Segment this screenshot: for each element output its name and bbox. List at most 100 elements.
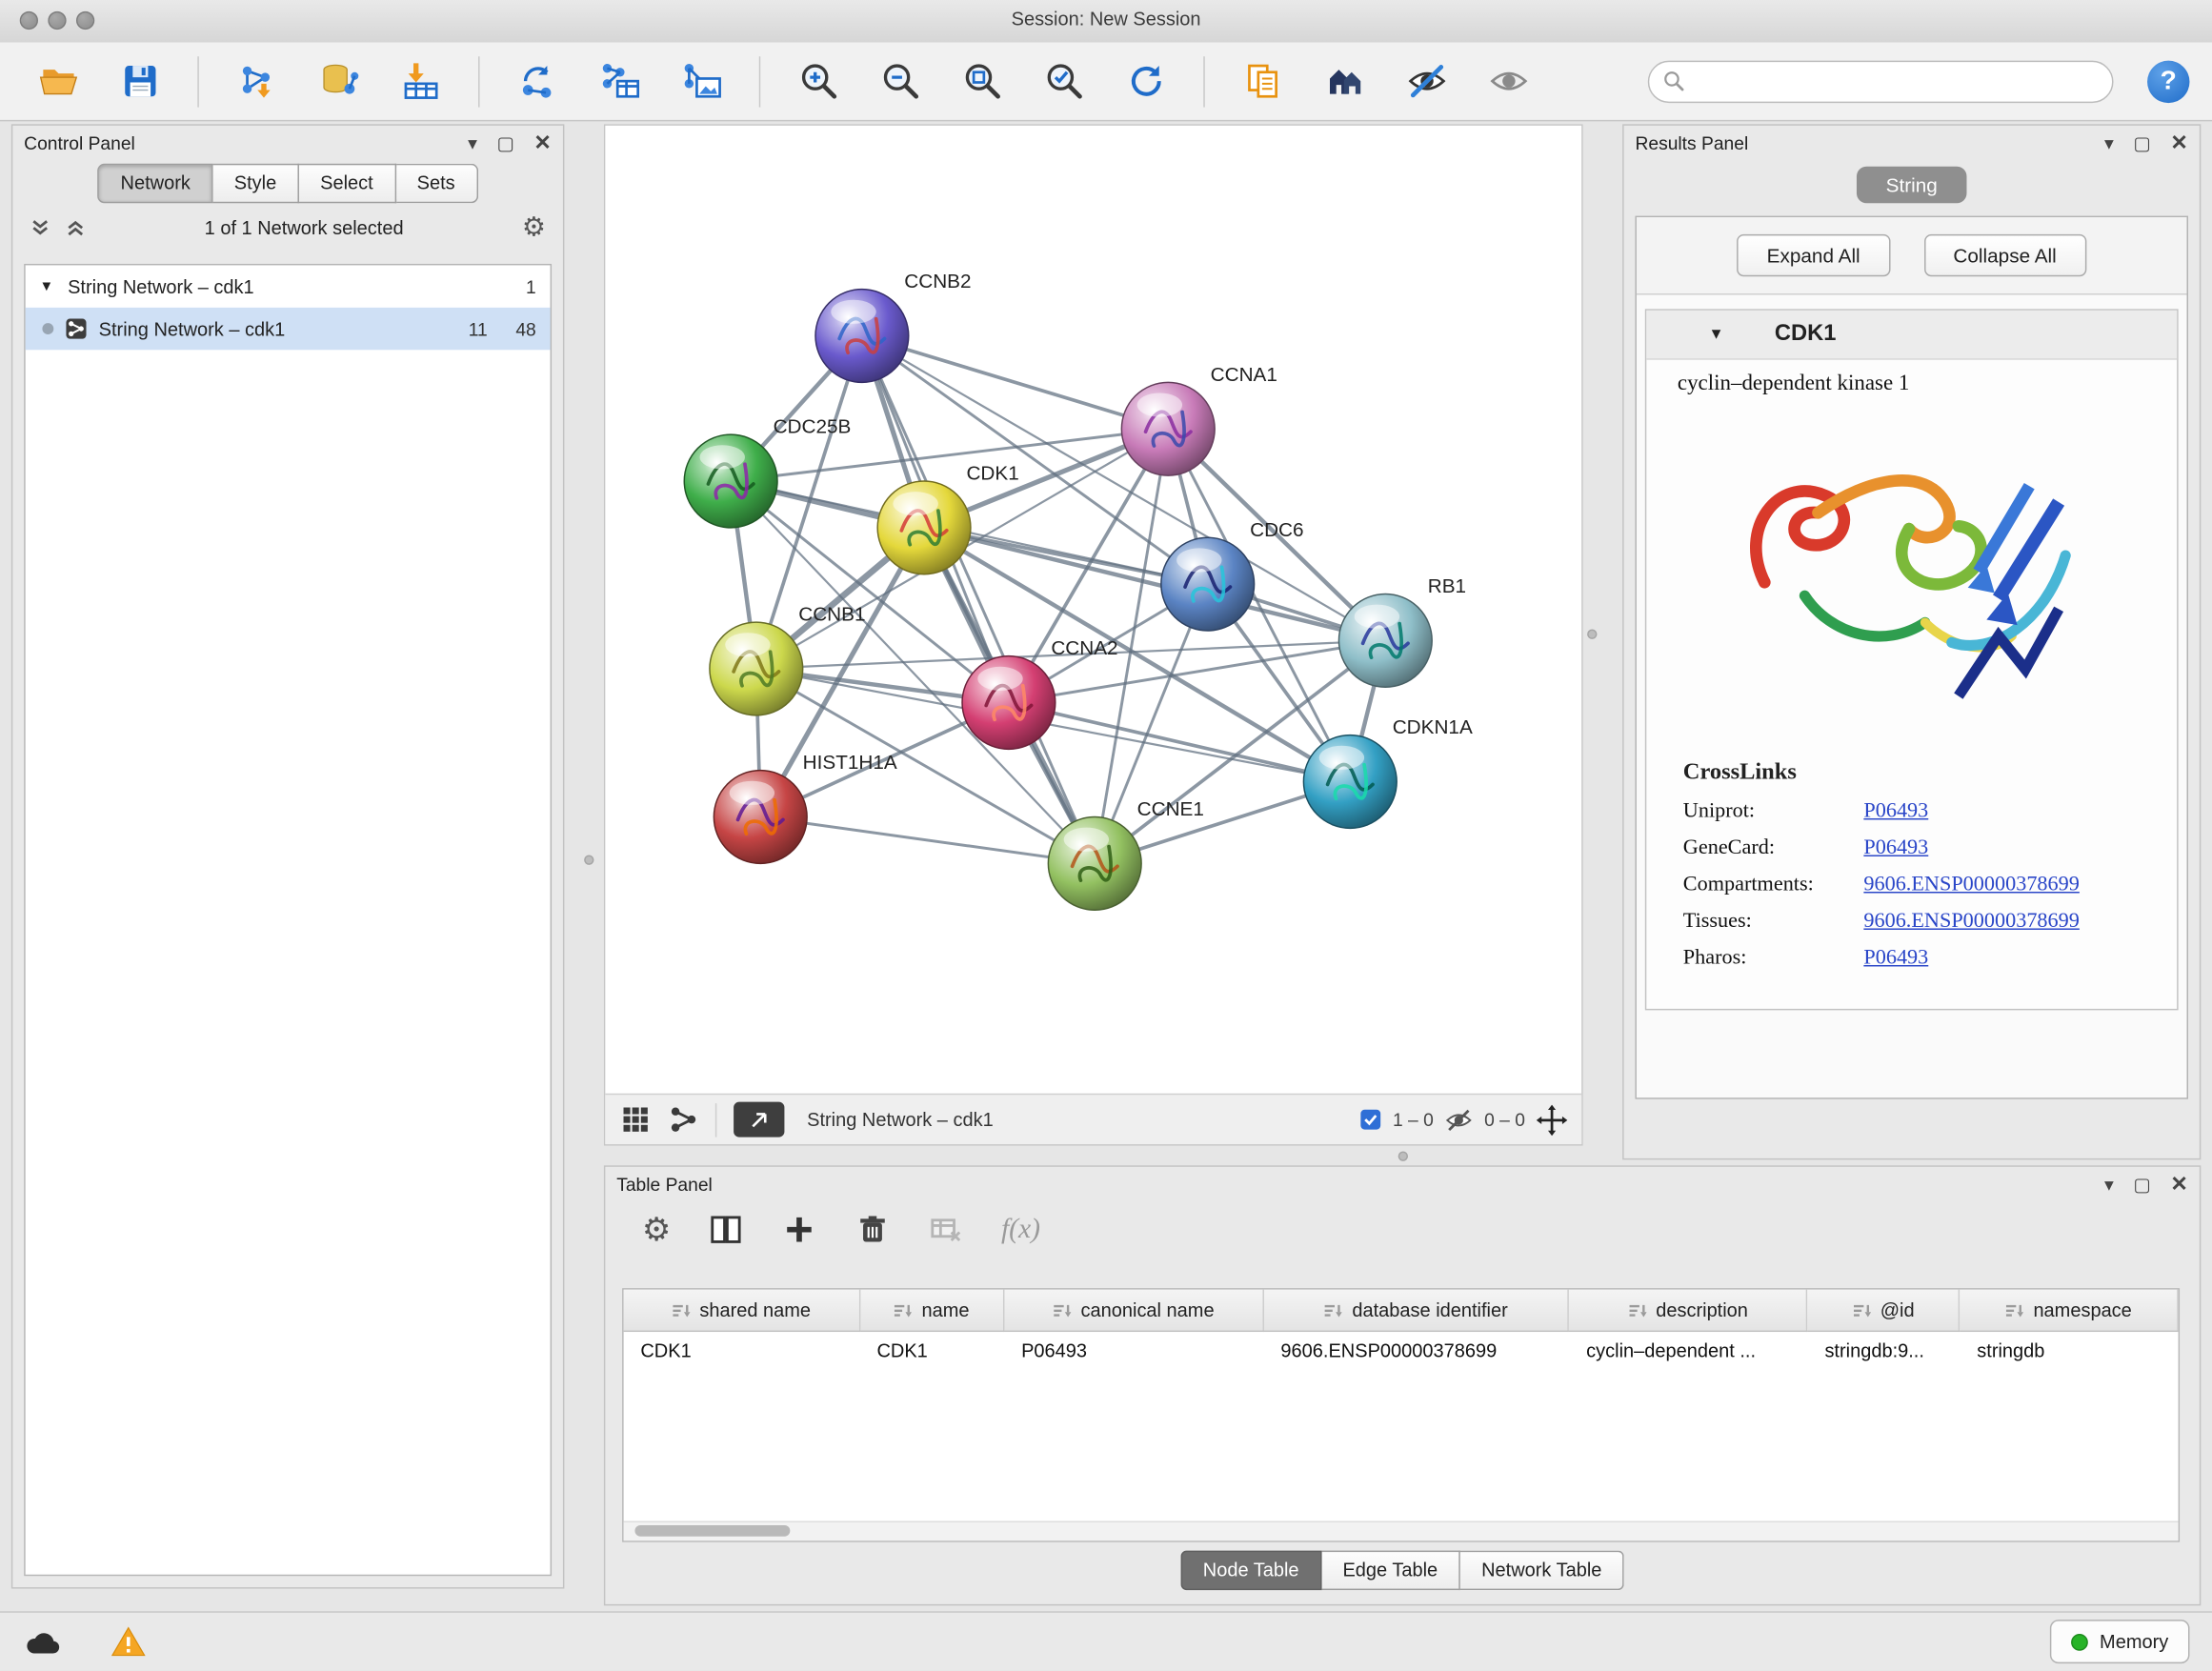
pan-crosshair-icon[interactable] [1537,1104,1568,1136]
expand-all-icon[interactable] [65,216,86,237]
network-view-button[interactable] [668,1104,699,1136]
crosslink-value-link[interactable]: P06493 [1863,947,1928,971]
column-header-canonical-name[interactable]: canonical name [1004,1290,1263,1332]
network-edge[interactable] [1009,703,1350,782]
gear-icon[interactable]: ⚙ [522,213,546,240]
entry-caret-icon[interactable]: ▼ [1708,326,1723,343]
selected-checkbox-icon[interactable] [1360,1109,1381,1130]
first-neighbors-button[interactable] [1320,57,1368,105]
panel-close-icon[interactable]: ✕ [2170,1173,2188,1194]
zoom-fit-button[interactable] [958,57,1006,105]
hide-selected-button[interactable] [1402,57,1450,105]
expand-all-button[interactable]: Expand All [1738,234,1890,276]
copy-button[interactable] [1238,57,1286,105]
hidden-eye-slash-icon[interactable] [1445,1105,1474,1134]
tab-sets[interactable]: Sets [395,164,477,203]
delete-column-button[interactable] [855,1211,892,1248]
entry-header[interactable]: ▼ CDK1 [1646,311,2177,360]
horizontal-scrollbar[interactable] [624,1520,2179,1540]
crosslink-row: Pharos:P06493 [1683,947,2177,971]
network-edge[interactable] [862,335,1168,429]
table-row[interactable]: CDK1CDK1P064939606.ENSP00000378699cyclin… [624,1331,2178,1368]
panel-menu-icon[interactable]: ▾ [2104,133,2114,151]
network-collection-row[interactable]: ▼ String Network – cdk1 1 [26,265,551,307]
save-session-button[interactable] [115,57,163,105]
network-row[interactable]: String Network – cdk1 11 48 [26,308,551,350]
cloud-status-button[interactable] [23,1623,65,1661]
network-node-CCNB1[interactable]: CCNB1 [710,604,866,715]
memory-button[interactable]: Memory [2050,1620,2189,1663]
scrollbar-thumb[interactable] [634,1525,790,1537]
panel-float-icon[interactable]: ▢ [2133,133,2150,151]
column-header-database-identifier[interactable]: database identifier [1263,1290,1569,1332]
network-node-CCNB2[interactable]: CCNB2 [815,271,972,382]
crosslink-value-link[interactable]: P06493 [1863,800,1928,824]
table-cell[interactable]: cyclin–dependent ... [1569,1331,1807,1368]
delete-table-button[interactable] [928,1211,965,1248]
export-network-image-button[interactable] [677,57,725,105]
refresh-button[interactable] [1121,57,1169,105]
column-header--id[interactable]: @id [1807,1290,1960,1332]
collapse-all-button[interactable]: Collapse All [1923,234,2086,276]
column-header-namespace[interactable]: namespace [1960,1290,2178,1332]
splitter-grip[interactable] [1587,630,1597,639]
warnings-button[interactable] [108,1623,150,1661]
network-edge[interactable] [862,335,1095,863]
table-cell[interactable]: CDK1 [859,1331,1004,1368]
zoom-selected-button[interactable] [1039,57,1087,105]
column-header-description[interactable]: description [1569,1290,1807,1332]
splitter-grip[interactable] [584,855,593,864]
panel-close-icon[interactable]: ✕ [2170,131,2188,152]
tab-node-table[interactable]: Node Table [1180,1551,1321,1590]
crosslink-value-link[interactable]: 9606.ENSP00000378699 [1863,910,2079,934]
tab-select[interactable]: Select [299,164,395,203]
network-node-CDK1[interactable]: CDK1 [877,463,1019,574]
grid-view-button[interactable] [619,1104,651,1136]
detach-view-button[interactable] [734,1102,784,1137]
import-network-file-button[interactable] [232,57,280,105]
crosslink-value-link[interactable]: P06493 [1863,836,1928,860]
import-network-database-button[interactable] [314,57,362,105]
tree-caret-icon[interactable]: ▼ [39,278,56,293]
show-columns-button[interactable] [708,1211,745,1248]
table-cell[interactable]: 9606.ENSP00000378699 [1263,1331,1569,1368]
tab-style[interactable]: Style [213,164,299,203]
splitter-grip[interactable] [1398,1151,1408,1160]
table-cell[interactable]: stringdb [1960,1331,2178,1368]
network-node-HIST1H1A[interactable]: HIST1H1A [714,752,897,863]
search-input[interactable] [1693,70,2098,93]
column-header-shared-name[interactable]: shared name [624,1290,859,1332]
table-cell[interactable]: P06493 [1004,1331,1263,1368]
panel-menu-icon[interactable]: ▾ [468,133,477,151]
function-builder-button[interactable]: f(x) [1001,1213,1040,1245]
table-cell[interactable]: stringdb:9... [1807,1331,1960,1368]
open-session-button[interactable] [34,57,82,105]
new-network-button[interactable] [513,57,561,105]
zoom-in-button[interactable] [794,57,842,105]
panel-close-icon[interactable]: ✕ [533,131,552,152]
table-cell[interactable]: CDK1 [624,1331,859,1368]
network-canvas[interactable]: CCNB2CCNA1CDC25BCDK1CDC6RB1CCNB1CCNA2CDK… [605,126,1581,1094]
crosslink-value-link[interactable]: 9606.ENSP00000378699 [1863,874,2079,897]
import-table-button[interactable] [396,57,444,105]
tab-edge-table[interactable]: Edge Table [1321,1551,1460,1590]
network-from-table-button[interactable] [595,57,643,105]
help-button[interactable]: ? [2147,60,2189,102]
tab-network-table[interactable]: Network Table [1460,1551,1624,1590]
tab-string[interactable]: String [1857,167,1967,204]
panel-float-icon[interactable]: ▢ [496,133,513,151]
tab-network[interactable]: Network [98,164,213,203]
collapse-all-icon[interactable] [30,216,50,237]
table-settings-gear-icon[interactable]: ⚙ [642,1213,672,1245]
panel-menu-icon[interactable]: ▾ [2104,1175,2114,1193]
toolbar-search[interactable] [1648,60,2114,102]
network-edge[interactable] [760,816,1095,863]
network-node-RB1[interactable]: RB1 [1338,575,1466,687]
show-all-button[interactable] [1484,57,1532,105]
panel-float-icon[interactable]: ▢ [2133,1175,2150,1193]
zoom-out-button[interactable] [876,57,924,105]
create-column-button[interactable] [781,1211,818,1248]
column-header-name[interactable]: name [859,1290,1004,1332]
network-node-CCNA1[interactable]: CCNA1 [1121,364,1277,475]
network-node-CDKN1A[interactable]: CDKN1A [1303,716,1473,828]
